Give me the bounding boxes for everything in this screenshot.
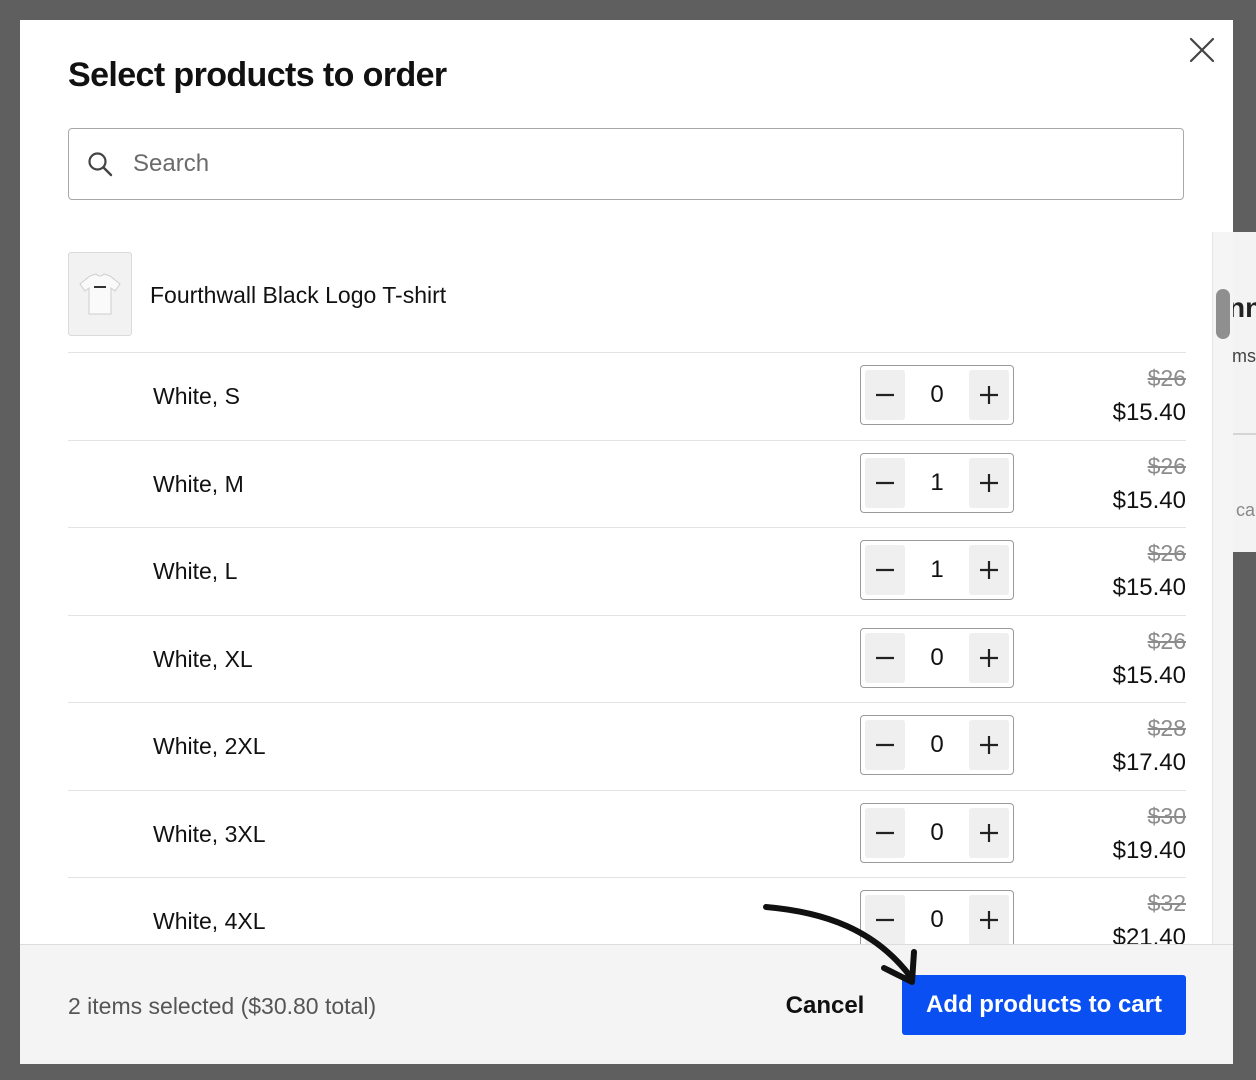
quantity-stepper: 0 — [860, 365, 1014, 425]
discounted-price: $17.40 — [1112, 749, 1186, 776]
variant-name: White, L — [153, 558, 238, 584]
discounted-price: $15.40 — [1112, 574, 1186, 601]
variant-name: White, M — [153, 471, 244, 497]
tshirt-icon — [79, 273, 121, 315]
decrement-button[interactable] — [865, 808, 905, 858]
increment-button[interactable] — [969, 808, 1009, 858]
plus-icon — [980, 474, 998, 492]
original-price: $26 — [1147, 628, 1186, 654]
original-price: $26 — [1147, 365, 1186, 391]
original-price: $30 — [1147, 803, 1186, 829]
quantity-stepper: 1 — [860, 540, 1014, 600]
select-products-modal: Select products to order Fourthwall Blac… — [20, 20, 1233, 1064]
variant-name: White, 2XL — [153, 733, 266, 759]
quantity-value[interactable]: 0 — [905, 366, 969, 424]
minus-icon — [876, 481, 894, 485]
search-input[interactable] — [131, 128, 1183, 200]
background-peek-text: ca — [1236, 500, 1256, 520]
annotation-arrow-icon — [763, 904, 917, 985]
variant-row: White, 2XL 0 $28 $17.40 — [68, 702, 1186, 789]
decrement-button[interactable] — [865, 458, 905, 508]
original-price: $28 — [1147, 715, 1186, 741]
variant-row: White, 3XL 0 $30 $19.40 — [68, 790, 1186, 877]
increment-button[interactable] — [969, 895, 1009, 944]
modal-title: Select products to order — [68, 56, 447, 94]
quantity-value[interactable]: 1 — [905, 541, 969, 599]
minus-icon — [876, 831, 894, 835]
search-field[interactable] — [68, 128, 1184, 200]
quantity-stepper: 0 — [860, 803, 1014, 863]
modal-footer: 2 items selected ($30.80 total) Cancel A… — [20, 944, 1233, 1064]
discounted-price: $21.40 — [1112, 924, 1186, 944]
minus-icon — [876, 656, 894, 660]
original-price: $32 — [1147, 890, 1186, 916]
variant-name: White, 4XL — [153, 908, 266, 934]
minus-icon — [876, 568, 894, 572]
plus-icon — [980, 736, 998, 754]
plus-icon — [980, 824, 998, 842]
quantity-value[interactable]: 0 — [905, 629, 969, 687]
plus-icon — [980, 561, 998, 579]
plus-icon — [980, 386, 998, 404]
variant-row: White, S 0 $26 $15.40 — [68, 352, 1186, 439]
increment-button[interactable] — [969, 458, 1009, 508]
background-peek-text: ms — [1232, 346, 1256, 366]
product-name: Fourthwall Black Logo T-shirt — [150, 282, 447, 308]
quantity-value[interactable]: 0 — [905, 716, 969, 774]
selection-summary: 2 items selected ($30.80 total) — [68, 993, 377, 1019]
original-price: $26 — [1147, 540, 1186, 566]
decrement-button[interactable] — [865, 633, 905, 683]
quantity-value[interactable]: 0 — [905, 804, 969, 862]
variant-row: White, M 1 $26 $15.40 — [68, 440, 1186, 527]
variant-row: White, XL 0 $26 $15.40 — [68, 615, 1186, 702]
close-button[interactable] — [1186, 34, 1218, 66]
decrement-button[interactable] — [865, 545, 905, 595]
minus-icon — [876, 743, 894, 747]
increment-button[interactable] — [969, 720, 1009, 770]
increment-button[interactable] — [969, 545, 1009, 595]
variant-row: White, 4XL 0 $32 $21.40 — [68, 877, 1186, 944]
increment-button[interactable] — [969, 370, 1009, 420]
close-icon — [1189, 37, 1215, 63]
plus-icon — [980, 911, 998, 929]
original-price: $26 — [1147, 453, 1186, 479]
discounted-price: $15.40 — [1112, 399, 1186, 426]
discounted-price: $15.40 — [1112, 662, 1186, 689]
quantity-stepper: 0 — [860, 628, 1014, 688]
scrollbar-thumb[interactable] — [1216, 289, 1230, 339]
discounted-price: $19.40 — [1112, 837, 1186, 864]
tshirt-thumbnail — [68, 252, 132, 336]
increment-button[interactable] — [969, 633, 1009, 683]
product-list: Fourthwall Black Logo T-shirt White, S 0… — [20, 232, 1212, 944]
variant-row: White, L 1 $26 $15.40 — [68, 527, 1186, 614]
variant-name: White, 3XL — [153, 821, 266, 847]
minus-icon — [876, 393, 894, 397]
plus-icon — [980, 649, 998, 667]
variant-name: White, S — [153, 383, 240, 409]
search-icon — [87, 151, 113, 177]
quantity-stepper: 0 — [860, 715, 1014, 775]
quantity-value[interactable]: 1 — [905, 454, 969, 512]
variant-name: White, XL — [153, 646, 253, 672]
decrement-button[interactable] — [865, 720, 905, 770]
discounted-price: $15.40 — [1112, 487, 1186, 514]
decrement-button[interactable] — [865, 370, 905, 420]
product-header: Fourthwall Black Logo T-shirt — [68, 242, 1186, 352]
quantity-stepper: 1 — [860, 453, 1014, 513]
